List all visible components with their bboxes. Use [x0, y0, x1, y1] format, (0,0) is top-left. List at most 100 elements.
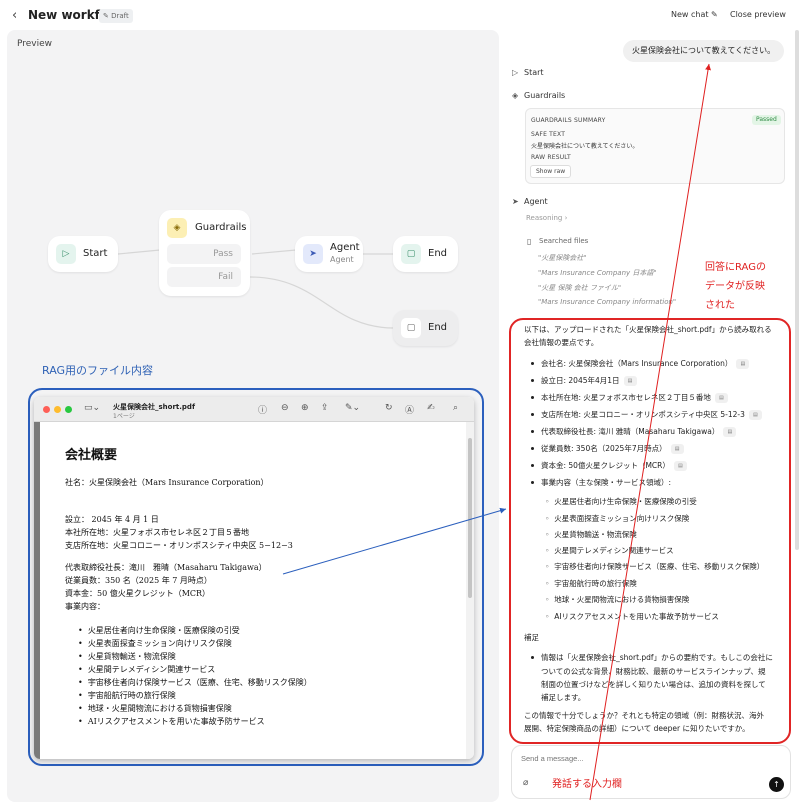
pdf-capital: 資本金：50 億火星クレジット（MCR） — [65, 589, 211, 598]
sidebar-toggle-icon[interactable]: ▭⌄ — [84, 403, 100, 413]
safe-text-value: 火星保険会社について教えてください。 — [531, 143, 639, 150]
bullet-dot — [531, 656, 534, 659]
rotate-icon[interactable]: ↻ — [385, 403, 393, 413]
end-node-1[interactable]: ▢ End — [393, 236, 458, 272]
pdf-ceo: 代表取締役社長：滝川 雅晴（Masaharu Takigawa） — [65, 563, 267, 572]
supplement-line: 情報は「火星保険会社_short.pdf」からの要約です。もしこの会社に — [541, 653, 773, 662]
input-annotation-label: 発話する入力欄 — [552, 779, 622, 790]
guardrails-summary-title: GUARDRAILS SUMMARY — [531, 117, 606, 124]
bullet-dot — [531, 379, 534, 382]
answer-item: 資本金: 50億火星クレジット（MCR） ▤ — [541, 460, 687, 471]
signature-icon[interactable]: ✍ — [427, 403, 435, 413]
end-node-2-label: End — [428, 322, 448, 333]
pdf-business-item: • 火星間テレメディシン関連サービス — [78, 665, 216, 674]
pdf-hq: 本社所在地：火星フォボス市セレネ区２丁目５番地 — [65, 528, 249, 537]
answer-item: 会社名: 火星保険会社（Mars Insurance Corporation） ▤ — [541, 358, 750, 369]
zoom-window-icon[interactable] — [65, 406, 72, 413]
bullet-dot — [531, 447, 534, 450]
answer-sub-item: ◦ 地球・火星間物流における貨物損害保険 — [545, 595, 690, 604]
step-start[interactable]: Start — [524, 68, 544, 77]
chat-scrollbar[interactable] — [795, 30, 799, 550]
reasoning-label: Reasoning — [526, 214, 563, 222]
answer-sub-item: ◦ 火星間テレメディシン関連サービス — [545, 546, 674, 555]
close-preview-button[interactable]: Close preview — [730, 10, 786, 19]
bullet-dot — [531, 362, 534, 365]
new-chat-button[interactable]: New chat ✎ — [671, 10, 718, 19]
source-citation-icon[interactable]: ▤ — [723, 427, 737, 437]
answer-sub-item: ◦ AIリスクアセスメントを用いた事故予防サービス — [545, 612, 719, 621]
search-query: "Mars Insurance Company 日本語" — [538, 269, 657, 277]
pdf-employees: 従業員数：350 名（2025 年 7 月時点） — [65, 576, 212, 585]
agent-node-label: Agent — [330, 242, 360, 253]
bullet-dot — [531, 413, 534, 416]
source-citation-icon[interactable]: ▤ — [748, 410, 762, 420]
new-chat-label: New chat — [671, 10, 709, 19]
end-node-2[interactable]: ▢ End — [393, 310, 458, 346]
minimize-window-icon[interactable] — [54, 406, 61, 413]
pdf-viewer-window: ▭⌄ 火星保険会社_short.pdf 1ページ ⓘ ⊖ ⊕ ⇪ ✎⌄ ↻ Ⓐ … — [34, 397, 474, 759]
supplement-line: ついての公式な背景、財務比較、最新のサービスラインナップ、規 — [541, 667, 766, 676]
source-citation-icon[interactable]: ▤ — [736, 359, 750, 369]
fail-branch[interactable]: Fail — [167, 267, 241, 287]
step-agent[interactable]: Agent — [524, 197, 548, 206]
play-icon: ▷ — [512, 68, 519, 77]
start-node[interactable]: ▷ Start — [48, 236, 118, 272]
paperclip-icon[interactable]: ⌀ — [523, 778, 528, 788]
source-citation-icon[interactable]: ▤ — [714, 393, 728, 403]
supplement-line: 補足します。 — [541, 693, 586, 702]
show-raw-button[interactable]: Show raw — [530, 165, 572, 178]
cursor-arrow-icon: ➤ — [512, 197, 519, 206]
safe-text-label: SAFE TEXT — [531, 131, 566, 138]
cursor-arrow-icon: ➤ — [303, 244, 323, 264]
agent-node-sublabel: Agent — [330, 255, 354, 264]
zoom-out-icon[interactable]: ⊖ — [281, 403, 289, 413]
source-citation-icon[interactable]: ▤ — [673, 461, 687, 471]
close-window-icon[interactable] — [43, 406, 50, 413]
info-icon[interactable]: ⓘ — [258, 403, 267, 416]
search-query: "火星保険会社" — [538, 254, 587, 262]
reasoning-toggle[interactable]: Reasoning › — [526, 214, 567, 222]
stop-icon: ▢ — [401, 318, 421, 338]
rag-annotation-label: RAG用のファイル内容 — [42, 364, 154, 377]
edit-icon: ✎ — [711, 10, 718, 19]
end-node-1-label: End — [428, 248, 448, 259]
annotation-answer-line: 回答にRAGの — [705, 262, 766, 273]
source-citation-icon[interactable]: ▤ — [670, 444, 684, 454]
answer-item: 従業員数: 350名（2025年7月時点） ▤ — [541, 443, 684, 454]
stop-icon: ▢ — [401, 244, 421, 264]
pdf-scroll-thumb[interactable] — [468, 438, 472, 598]
passed-badge: Passed — [752, 115, 781, 125]
pdf-business-item: • 火星居住者向け生命保険・医療保険の引受 — [78, 626, 240, 635]
supplement-line: 制面の位置づけなどを詳しく知りたい場合は、追加の資料を探して — [541, 680, 766, 689]
zoom-in-icon[interactable]: ⊕ — [301, 403, 309, 413]
guardrails-node-label: Guardrails — [195, 222, 247, 233]
step-guardrails[interactable]: Guardrails — [524, 91, 565, 100]
send-arrow-icon[interactable]: ↑ — [769, 777, 784, 792]
bullet-dot — [531, 464, 534, 467]
pdf-business-item: • AIリスクアセスメントを用いた事故予防サービス — [78, 717, 265, 726]
answer-item: 設立日: 2045年4月1日 ▤ — [541, 375, 637, 386]
answer-sub-item: ◦ 宇宙船航行時の旅行保険 — [545, 579, 637, 588]
play-icon: ▷ — [56, 244, 76, 264]
book-icon: ▯ — [527, 237, 532, 246]
pdf-business-item: • 宇宙移住者向け保険サービス（医療、住宅、移動リスク保険） — [78, 678, 312, 687]
start-node-label: Start — [83, 248, 108, 259]
pdf-business-item: • 地球・火星間物流における貨物損害保険 — [78, 704, 232, 713]
message-input[interactable] — [521, 754, 761, 763]
answer-item: 本社所在地: 火星フォボス市セレネ区２丁目５番地 ▤ — [541, 392, 728, 403]
share-icon[interactable]: ⇪ — [321, 403, 329, 413]
pdf-doc-title: 会社概要 — [65, 448, 118, 463]
guardrails-node[interactable]: ◈ Guardrails Pass Fail — [159, 210, 250, 296]
pdf-business-item: • 宇宙船航行時の旅行保険 — [78, 691, 176, 700]
pass-branch[interactable]: Pass — [167, 244, 241, 264]
agent-node[interactable]: ➤ Agent Agent — [295, 236, 363, 272]
source-citation-icon[interactable]: ▤ — [623, 376, 637, 386]
search-icon[interactable]: ⌕ — [453, 403, 458, 413]
answer-item: 代表取締役社長: 滝川 雅晴（Masaharu Takigawa） ▤ — [541, 426, 737, 437]
supplement-heading: 補足 — [524, 633, 539, 642]
pdf-business-item: • 火星貨物輸送・物流保険 — [78, 652, 176, 661]
raw-result-label: RAW RESULT — [531, 154, 571, 161]
pdf-business-item: • 火星表面探査ミッション向けリスク保険 — [78, 639, 232, 648]
text-box-icon[interactable]: Ⓐ — [405, 403, 414, 416]
markup-pen-icon[interactable]: ✎⌄ — [345, 403, 360, 413]
